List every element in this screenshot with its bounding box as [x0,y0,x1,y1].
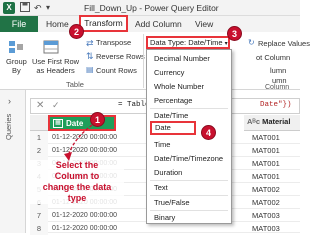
menu-item-text[interactable]: Text [148,181,230,194]
column-button-a[interactable]: lumn [270,66,286,75]
expand-queries-icon[interactable]: › [8,96,11,106]
title-bar-content: X ↶ ▾ Fill_Down_Up - Power Query Editor [0,0,300,16]
material-cell[interactable]: MAT001 [252,170,300,183]
data-type-label: Data Type: Date/Time [150,38,223,47]
material-cell[interactable]: MAT002 [252,183,300,196]
menu-item-duration[interactable]: Duration [148,166,230,179]
reverse-rows-icon: ⇅ [86,51,94,61]
queries-label: Queries [4,113,13,140]
menu-item-currency[interactable]: Currency [148,66,230,79]
menu-item-binary[interactable]: Binary [148,211,230,224]
material-cell[interactable]: MAT003 [252,222,300,235]
tab-view[interactable]: View [195,16,213,32]
material-cell[interactable]: MAT001 [252,157,300,170]
data-type-menu: Decimal Number Currency Whole Number Per… [146,49,232,224]
column-group-label: Column [265,84,290,91]
text-type-icon[interactable]: Aᴮc [247,117,262,126]
excel-logo-icon: X [3,2,15,14]
chevron-down-icon: ▾ [224,41,228,47]
material-cell[interactable]: MAT001 [252,131,300,144]
material-cell[interactable]: MAT001 [252,144,300,157]
close-icon[interactable]: ✕ [36,100,44,111]
formula-tail: Date"}) [260,101,292,109]
menu-item-percentage[interactable]: Percentage [148,94,230,107]
tab-home[interactable]: Home [46,16,69,32]
row-number: 7 [30,209,48,222]
material-column-header[interactable]: Aᴮc Material [244,115,300,131]
row-number-header [30,115,48,131]
count-rows-icon: ▤ [86,65,94,74]
use-first-row-icon [43,40,59,56]
step-badge-2: 2 [69,24,84,39]
group-by-button[interactable]: Group By [6,57,27,75]
menu-item-true-false[interactable]: True/False [148,196,230,209]
count-rows-button[interactable]: Count Rows [96,66,137,75]
step-badge-4: 4 [201,125,216,140]
date-cell[interactable]: 01-12-2020 00:00:00 [52,222,152,235]
step-badge-3: 3 [227,26,242,41]
dropdown-icon[interactable]: ▾ [46,2,50,14]
menu-item-date[interactable]: Date [150,121,196,135]
pivot-column-button[interactable]: ot Column [256,53,290,62]
tab-file[interactable]: File [0,16,38,32]
annotation-text: Select the Column to change the data typ… [30,160,124,204]
date-cell[interactable]: 01-12-2020 00:00:00 [52,209,152,222]
row-number: 2 [30,144,48,157]
replace-values-button[interactable]: Replace Values [258,39,310,48]
material-column-label: Material [262,117,291,126]
row-number: 8 [30,222,48,235]
menu-item-date-time-timezone[interactable]: Date/Time/Timezone [148,152,230,165]
undo-icon[interactable]: ↶ [34,2,42,14]
save-icon[interactable] [20,2,30,14]
material-cell[interactable]: MAT003 [252,209,300,222]
data-type-dropdown[interactable]: Data Type: Date/Time ▾ [146,36,230,49]
window-title: Fill_Down_Up - Power Query Editor [84,3,219,13]
transpose-button[interactable]: Transpose [96,38,131,47]
tab-add-column[interactable]: Add Column [135,16,182,32]
reverse-rows-button[interactable]: Reverse Rows [96,52,145,61]
menu-item-decimal-number[interactable]: Decimal Number [148,52,230,65]
use-first-row-button[interactable]: Use First Row as Headers [32,57,79,75]
check-icon[interactable]: ✓ [52,100,60,111]
replace-values-icon: ↻ [248,38,255,47]
group-by-icon [8,40,24,56]
transpose-icon: ⇄ [86,38,94,48]
menu-item-time[interactable]: Time [148,138,230,151]
row-number: 1 [30,131,48,144]
queries-pane [0,90,26,233]
table-group-label: Table [66,80,84,89]
step-badge-1: 1 [90,112,105,127]
material-cell[interactable]: MAT002 [252,196,300,209]
menu-item-whole-number[interactable]: Whole Number [148,80,230,93]
ribbon-divider [143,34,144,88]
tab-transform[interactable]: Transform [79,15,128,32]
